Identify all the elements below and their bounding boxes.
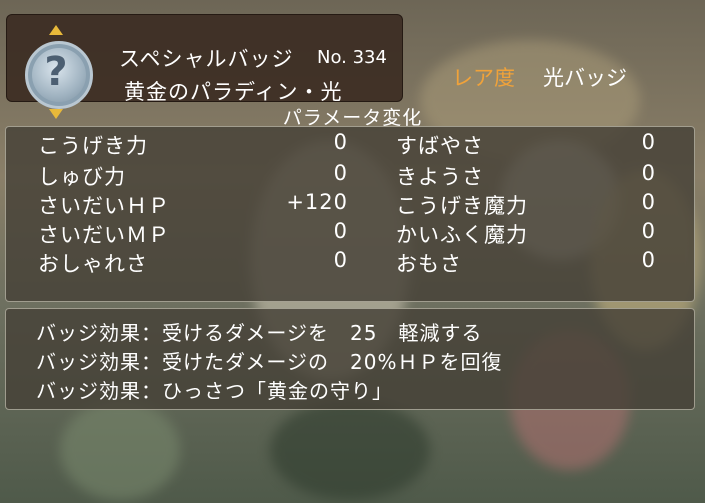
stat-name: おしゃれさ <box>38 252 148 276</box>
badge-header: ? スペシャルバッジ No. 334 黄金のパラディン・光 <box>6 14 403 119</box>
stat-name: きようさ <box>396 165 484 189</box>
effect-label: バッジ効果： <box>36 321 162 345</box>
badge-effect: バッジ効果：受けるダメージを 25 軽減する <box>36 317 482 346</box>
stat-name: かいふく魔力 <box>396 223 528 247</box>
stat-name: さいだいＭＰ <box>38 223 170 247</box>
stat-value: 0 <box>333 130 348 154</box>
stat-value: 0 <box>333 219 348 243</box>
effect-text: 受けるダメージを 25 軽減する <box>162 321 483 345</box>
stat-value: 0 <box>641 161 656 185</box>
badge-name: 黄金のパラディン・光 <box>124 80 343 104</box>
stat-name: こうげき魔力 <box>396 194 528 218</box>
stat-name: おもさ <box>396 252 462 276</box>
parameter-panel: こうげき力 0 しゅび力 0 さいだいＨＰ +120 さいだいＭＰ 0 おしゃれ… <box>5 126 695 302</box>
effect-text: 受けたダメージの 20%ＨＰを回復 <box>162 350 503 374</box>
rarity: レア度 光バッジ <box>452 62 627 92</box>
badge-number: No. 334 <box>317 47 387 68</box>
rarity-label: レア度 <box>452 66 515 90</box>
stat-value: 0 <box>333 248 348 272</box>
stat-value: +120 <box>286 190 348 214</box>
badge-category: スペシャルバッジ <box>119 47 294 71</box>
stat-name: さいだいＨＰ <box>38 194 170 218</box>
stat-value: 0 <box>333 161 348 185</box>
badge-effect: バッジ効果：受けたダメージの 20%ＨＰを回復 <box>36 346 502 375</box>
stat-name: すばやさ <box>396 134 484 158</box>
stat-name: しゅび力 <box>38 165 126 189</box>
effect-label: バッジ効果： <box>36 350 162 374</box>
stat-value: 0 <box>641 130 656 154</box>
rarity-value: 光バッジ <box>543 66 627 90</box>
badge-effects-panel: バッジ効果：受けるダメージを 25 軽減する バッジ効果：受けたダメージの 20… <box>5 308 695 410</box>
stat-value: 0 <box>641 248 656 272</box>
stat-value: 0 <box>641 190 656 214</box>
stat-name: こうげき力 <box>38 134 148 158</box>
question-mark-badge-icon: ? <box>44 49 68 95</box>
effect-label: バッジ効果： <box>36 379 162 403</box>
arrow-up-icon[interactable] <box>49 25 63 35</box>
stat-value: 0 <box>641 219 656 243</box>
badge-effect: バッジ効果：ひっさつ「黄金の守り」 <box>36 375 393 404</box>
effect-text: ひっさつ「黄金の守り」 <box>162 379 393 403</box>
